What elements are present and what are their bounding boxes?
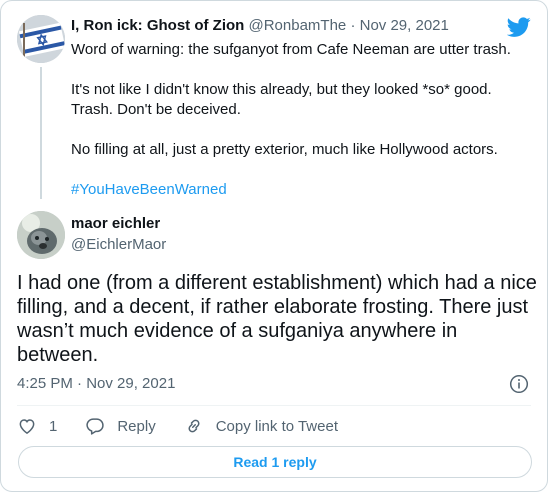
reply-icon	[86, 418, 105, 435]
thread-connector-line	[40, 67, 42, 199]
like-count: 1	[49, 417, 58, 435]
parent-avatar[interactable]	[17, 15, 65, 63]
reply-handle[interactable]: @EichlerMaor	[71, 236, 166, 253]
embedded-tweet-card: I, Ron ick: Ghost of Zion @RonbamThe · N…	[0, 0, 548, 492]
parent-paragraph-3: No filling at all, just a pretty exterio…	[71, 141, 498, 158]
parent-header: I, Ron ick: Ghost of Zion @RonbamThe · N…	[71, 17, 449, 34]
heart-icon	[19, 419, 35, 434]
info-icon[interactable]	[509, 374, 529, 394]
israel-flag-avatar-image	[17, 15, 65, 63]
reply-display-name[interactable]: maor eichler	[71, 215, 160, 232]
parent-display-name[interactable]: I, Ron ick: Ghost of Zion	[71, 17, 244, 34]
divider	[17, 405, 531, 406]
reply-timestamp[interactable]: 4:25 PM · Nov 29, 2021	[17, 375, 175, 392]
header-separator: ·	[350, 17, 356, 34]
link-icon	[188, 419, 200, 433]
like-button[interactable]: 1	[17, 416, 57, 436]
reply-label: Reply	[117, 417, 156, 435]
parent-handle[interactable]: @RonbamThe	[249, 17, 347, 34]
parent-paragraph-2: It's not like I didn't know this already…	[71, 81, 492, 118]
read-replies-button[interactable]: Read 1 reply	[18, 446, 532, 478]
parent-paragraph-1: Word of warning: the sufganyot from Cafe…	[71, 41, 511, 58]
reply-avatar[interactable]	[17, 211, 65, 259]
hashtag-link[interactable]: #YouHaveBeenWarned	[71, 181, 227, 198]
reply-tweet-text: I had one (from a different establishmen…	[17, 272, 537, 366]
reply-button[interactable]: Reply	[85, 416, 156, 436]
action-bar: 1 Reply Copy link to Tweet	[17, 416, 366, 436]
dog-avatar-image	[17, 211, 65, 259]
copy-link-button[interactable]: Copy link to Tweet	[184, 416, 338, 436]
parent-tweet-text: Word of warning: the sufganyot from Cafe…	[71, 40, 521, 220]
read-replies-label: Read 1 reply	[233, 454, 317, 470]
twitter-bird-icon[interactable]	[507, 15, 531, 39]
parent-date[interactable]: Nov 29, 2021	[360, 17, 449, 34]
copy-link-label: Copy link to Tweet	[215, 417, 338, 435]
